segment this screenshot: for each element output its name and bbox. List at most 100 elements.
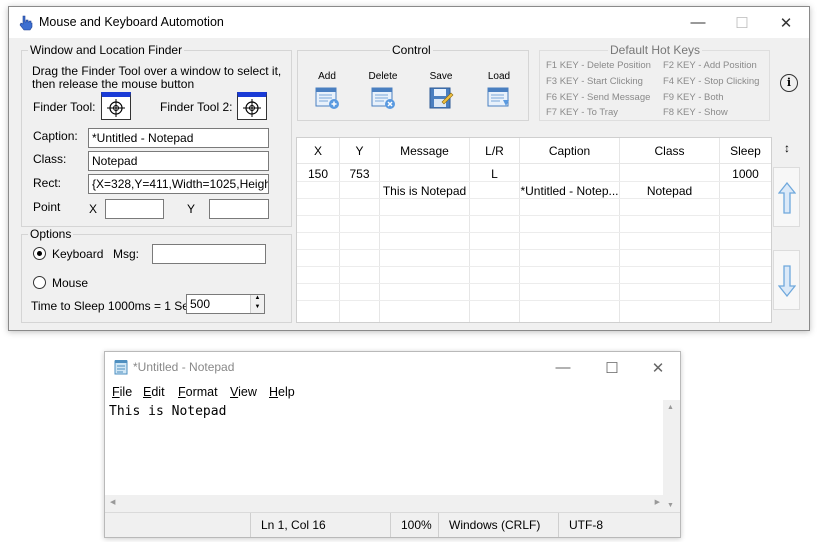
minimize-icon: — [555,359,571,376]
grid-cell[interactable]: Notepad [620,184,719,198]
hotkey-f7: F7 KEY - To Tray [546,107,618,118]
class-label: Class: [33,152,67,166]
finder-tool2-button[interactable] [237,92,267,120]
keyboard-radio[interactable] [33,247,46,260]
finder-tool-button[interactable] [101,92,131,120]
msg-field[interactable] [152,244,266,264]
grid-column-sleep: Sleep 1000 [720,138,771,322]
menu-file[interactable]: File [112,385,132,399]
load-button[interactable]: Load [479,71,519,110]
scroll-left-icon[interactable]: ◀ [110,498,115,506]
notepad-content[interactable]: This is Notepad [109,404,226,419]
mouse-radio[interactable] [33,276,46,289]
rect-field[interactable]: {X=328,Y=411,Width=1025,Height=4 [88,174,269,194]
grid-header-sleep[interactable]: Sleep [720,138,771,164]
menu-view[interactable]: View [230,385,257,399]
grid-row-line [297,232,771,233]
grid-column-class: Class Notepad [620,138,720,322]
add-list-icon [315,87,339,109]
grid-row-line [297,300,771,301]
rect-label: Rect: [33,176,62,190]
save-label: Save [429,71,453,82]
grid-header-y[interactable]: Y [340,138,379,164]
move-up-button[interactable] [773,167,800,227]
menu-help[interactable]: Help [269,385,295,399]
delete-button[interactable]: Delete [363,71,403,110]
delete-list-icon [371,87,395,109]
status-position: Ln 1, Col 16 [250,513,390,537]
status-encoding: UTF-8 [558,513,658,537]
delete-label: Delete [368,71,398,82]
grid-cell[interactable]: L [470,167,519,181]
grid-column-y: Y 753 [340,138,380,322]
spin-down-button[interactable]: ▼ [250,304,264,313]
grid-cell[interactable]: 753 [340,167,379,181]
vertical-scrollbar[interactable]: ▲ ▼ [663,400,680,513]
finder-tool2-label: Finder Tool 2: [160,100,233,114]
keyboard-label[interactable]: Keyboard [52,247,103,261]
save-button[interactable]: Save [421,71,461,110]
notepad-minimize-button[interactable]: — [541,352,585,383]
grid-row-line [297,215,771,216]
grid-column-x: X 150 [297,138,340,322]
scroll-down-icon[interactable]: ▼ [667,502,674,509]
load-list-icon [487,87,509,107]
hand-pointer-icon [19,15,33,31]
scroll-up-icon[interactable]: ▲ [667,404,674,411]
maximize-button: ☐ [720,7,764,38]
info-icon[interactable]: i [780,74,798,92]
add-label: Add [318,71,336,82]
grid-header-class[interactable]: Class [620,138,719,164]
grid-header-x[interactable]: X [297,138,339,164]
load-label: Load [487,71,511,82]
grid-header-message[interactable]: Message [380,138,469,164]
arrow-down-icon [778,265,796,297]
mouse-label[interactable]: Mouse [52,276,88,290]
main-window: Mouse and Keyboard Automotion — ☐ ✕ Wind… [8,6,810,331]
point-label: Point [33,200,61,214]
notepad-icon [114,360,128,375]
caption-label: Caption: [33,129,78,143]
class-field[interactable]: Notepad [88,151,269,171]
menu-format[interactable]: Format [178,385,218,399]
maximize-icon: ☐ [605,359,619,377]
hotkey-f9: F9 KEY - Both [663,92,724,103]
grid-cell[interactable]: 1000 [720,167,771,181]
move-down-button[interactable] [773,250,800,310]
hotkey-f2: F2 KEY - Add Position [663,60,757,71]
positions-grid[interactable]: X 150 Y 753 Message This is Notepad L/R … [296,137,772,323]
hotkey-f8: F8 KEY - Show [663,107,728,118]
finder-group-legend: Window and Location Finder [30,43,183,57]
title-bar[interactable]: Mouse and Keyboard Automotion — ☐ ✕ [9,7,809,38]
options-group-legend: Options [30,227,72,241]
crosshair-target-icon [107,99,125,117]
up-down-arrows-icon[interactable]: ↕ [780,141,794,155]
scroll-right-icon[interactable]: ▶ [655,498,660,506]
grid-header-caption[interactable]: Caption [520,138,619,164]
caption-field[interactable]: *Untitled - Notepad [88,128,269,148]
minimize-button[interactable]: — [676,7,720,38]
point-x-field[interactable] [105,199,164,219]
grid-cell[interactable]: *Untitled - Notep... [520,184,619,198]
close-button[interactable]: ✕ [764,7,808,38]
grid-cell[interactable]: This is Notepad [380,184,469,198]
window-title: Mouse and Keyboard Automotion [39,15,224,29]
notepad-maximize-button[interactable]: ☐ [590,352,634,383]
grid-cell[interactable]: 150 [297,167,339,181]
notepad-close-button[interactable]: ✕ [636,352,680,383]
point-y-field[interactable] [209,199,269,219]
grid-row-line [297,198,771,199]
grid-column-caption: Caption *Untitled - Notep... [520,138,620,322]
notepad-title-bar[interactable]: *Untitled - Notepad — ☐ ✕ [105,352,680,382]
grid-header-lr[interactable]: L/R [470,138,519,164]
spin-up-button[interactable]: ▲ [250,295,264,304]
grid-row-line [297,249,771,250]
finder-instructions-line2: then release the mouse button [32,77,195,91]
maximize-icon: ☐ [735,14,749,32]
grid-column-lr: L/R L [470,138,520,322]
horizontal-scrollbar[interactable]: ◀ ▶ [105,495,665,512]
menu-edit[interactable]: Edit [143,385,165,399]
add-button[interactable]: Add [307,71,347,110]
hotkeys-group-legend: Default Hot Keys [610,43,701,57]
hotkey-f3: F3 KEY - Start Clicking [546,76,643,87]
